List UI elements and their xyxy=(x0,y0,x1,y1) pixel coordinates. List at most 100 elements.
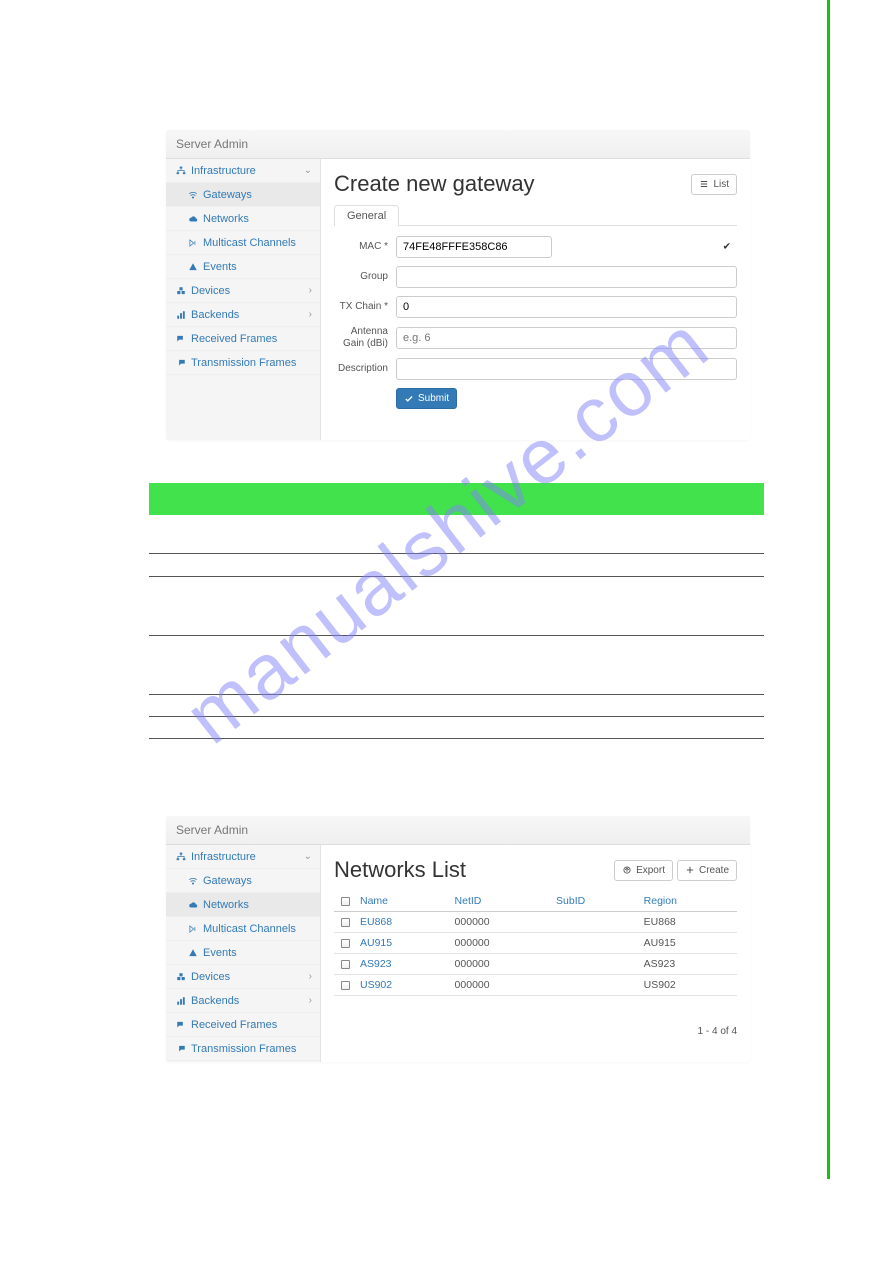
cell-subid xyxy=(552,912,640,933)
cubes-icon xyxy=(176,286,186,296)
sidebar-label: Infrastructure xyxy=(191,851,256,863)
sidebar-label: Networks xyxy=(203,213,249,225)
sidebar-item-multicast[interactable]: Multicast Channels xyxy=(166,231,320,255)
input-description[interactable] xyxy=(396,358,737,380)
checkbox[interactable] xyxy=(341,939,350,948)
col-subid[interactable]: SubID xyxy=(552,891,640,912)
sidebar-item-events[interactable]: Events xyxy=(166,255,320,279)
form-row-mac: MAC * ✔ xyxy=(334,236,737,258)
col-netid[interactable]: NetID xyxy=(451,891,552,912)
list-icon xyxy=(699,179,709,189)
checkbox[interactable] xyxy=(341,981,350,990)
network-link[interactable]: US902 xyxy=(360,979,392,991)
tabs: General xyxy=(334,205,737,226)
table-row: EU868000000EU868 xyxy=(334,912,737,933)
sidebar-item-infrastructure[interactable]: Infrastructure ⌄ xyxy=(166,159,320,183)
network-link[interactable]: AS923 xyxy=(360,958,392,970)
sidebar-item-received[interactable]: Received Frames xyxy=(166,327,320,351)
cell-netid: 000000 xyxy=(451,975,552,996)
sidebar-item-gateways[interactable]: Gateways xyxy=(166,183,320,207)
create-button[interactable]: Create xyxy=(677,860,737,881)
button-group: Export Create xyxy=(614,860,737,881)
sidebar-item-gateways[interactable]: Gateways xyxy=(166,869,320,893)
label-antenna: Antenna Gain (dBi) xyxy=(334,326,396,350)
input-mac[interactable] xyxy=(396,236,552,258)
sidebar-item-backends[interactable]: Backends › xyxy=(166,989,320,1013)
sidebar-label: Backends xyxy=(191,995,239,1007)
submit-label: Submit xyxy=(418,393,449,404)
content-head: Create new gateway List xyxy=(334,171,737,197)
cell-netid: 000000 xyxy=(451,912,552,933)
sidebar-item-transmission[interactable]: Transmission Frames xyxy=(166,351,320,375)
chevron-down-icon: ⌄ xyxy=(304,851,312,862)
col-region[interactable]: Region xyxy=(640,891,737,912)
checkbox[interactable] xyxy=(341,918,350,927)
cell-name: AS923 xyxy=(356,954,451,975)
sidebar-label: Events xyxy=(203,947,237,959)
label-group: Group xyxy=(334,271,396,283)
panel-title: Server Admin xyxy=(176,137,248,151)
chevron-right-icon: › xyxy=(309,995,312,1006)
form-row-txchain: TX Chain * xyxy=(334,296,737,318)
sidebar: Infrastructure ⌄ Gateways Networks Multi… xyxy=(166,159,321,440)
sidebar-label: Networks xyxy=(203,899,249,911)
cloud-icon xyxy=(188,214,198,224)
separator xyxy=(149,576,764,577)
cell-subid xyxy=(552,975,640,996)
panel-header: Server Admin xyxy=(166,816,750,845)
sidebar-item-networks[interactable]: Networks xyxy=(166,207,320,231)
export-label: Export xyxy=(636,865,665,876)
chevron-down-icon: ⌄ xyxy=(304,165,312,176)
input-antenna[interactable] xyxy=(396,327,737,349)
sidebar-item-events[interactable]: Events xyxy=(166,941,320,965)
content: Create new gateway List General MAC * ✔ xyxy=(321,159,750,440)
sidebar-item-devices[interactable]: Devices › xyxy=(166,279,320,303)
sidebar-label: Transmission Frames xyxy=(191,357,296,369)
wifi-icon xyxy=(188,190,198,200)
page-right-border xyxy=(827,0,830,1179)
col-name[interactable]: Name xyxy=(356,891,451,912)
comments-icon xyxy=(176,1044,186,1054)
sidebar-label: Gateways xyxy=(203,189,252,201)
separator xyxy=(149,635,764,636)
sidebar-item-backends[interactable]: Backends › xyxy=(166,303,320,327)
cubes-icon xyxy=(176,972,186,982)
input-txchain[interactable] xyxy=(396,296,737,318)
cell-check[interactable] xyxy=(334,933,356,954)
export-button[interactable]: Export xyxy=(614,860,673,881)
highlight-bar xyxy=(149,483,764,515)
check-icon xyxy=(404,394,414,404)
checkbox[interactable] xyxy=(341,960,350,969)
warning-icon xyxy=(188,948,198,958)
col-check[interactable] xyxy=(334,891,356,912)
sidebar-item-transmission[interactable]: Transmission Frames xyxy=(166,1037,320,1061)
comments-icon xyxy=(176,334,186,344)
sidebar-item-networks[interactable]: Networks xyxy=(166,893,320,917)
checkbox[interactable] xyxy=(341,897,350,906)
cell-region: US902 xyxy=(640,975,737,996)
network-link[interactable]: AU915 xyxy=(360,937,392,949)
submit-button[interactable]: Submit xyxy=(396,388,457,409)
comments-icon xyxy=(176,358,186,368)
sidebar-item-devices[interactable]: Devices › xyxy=(166,965,320,989)
pager: 1 - 4 of 4 xyxy=(334,1026,737,1037)
tab-general[interactable]: General xyxy=(334,205,399,226)
cell-check[interactable] xyxy=(334,912,356,933)
sidebar-item-multicast[interactable]: Multicast Channels xyxy=(166,917,320,941)
cell-check[interactable] xyxy=(334,975,356,996)
sidebar-item-received[interactable]: Received Frames xyxy=(166,1013,320,1037)
network-link[interactable]: EU868 xyxy=(360,916,392,928)
plus-icon xyxy=(685,865,695,875)
content: Networks List Export Create xyxy=(321,845,750,1062)
cell-check[interactable] xyxy=(334,954,356,975)
sidebar-item-infrastructure[interactable]: Infrastructure ⌄ xyxy=(166,845,320,869)
label-txchain: TX Chain * xyxy=(334,301,396,313)
input-group[interactable] xyxy=(396,266,737,288)
cell-subid xyxy=(552,954,640,975)
sidebar-label: Multicast Channels xyxy=(203,923,296,935)
list-button[interactable]: List xyxy=(691,174,737,195)
cell-name: EU868 xyxy=(356,912,451,933)
label-description: Description xyxy=(334,363,396,375)
cell-region: AU915 xyxy=(640,933,737,954)
wifi-icon xyxy=(188,876,198,886)
